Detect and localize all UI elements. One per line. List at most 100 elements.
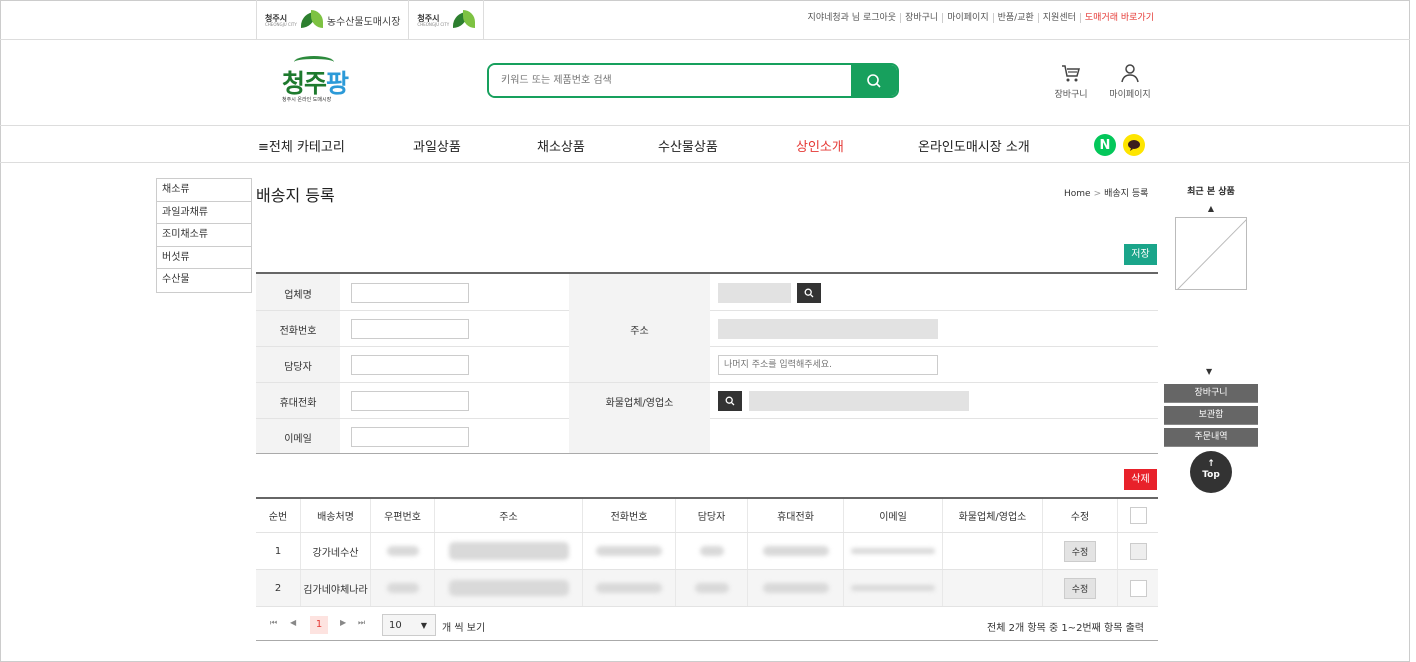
delivery-table: 순번 배송처명 우편번호 주소 전화번호 담당자 휴대전화 이메일 화물업체/영… xyxy=(256,497,1158,641)
nav-seafood[interactable]: 수산물상품 xyxy=(658,136,718,155)
nav-merchants[interactable]: 상인소개 xyxy=(796,136,844,155)
user-icon xyxy=(1121,64,1139,83)
col-header-phone: 전화번호 xyxy=(583,499,676,532)
cart-icon xyxy=(1062,65,1080,82)
phone-field[interactable] xyxy=(351,319,469,339)
breadcrumb-separator: > xyxy=(1093,189,1102,199)
select-all-checkbox[interactable] xyxy=(1129,507,1147,524)
address-label: 주소 xyxy=(630,326,649,337)
company-name-field[interactable] xyxy=(351,283,469,303)
search-bar xyxy=(487,63,899,98)
header-cart-button[interactable]: 장바구니 xyxy=(1046,62,1096,100)
return-exchange-link[interactable]: 반품/교환 xyxy=(992,13,1038,23)
table-row: 1 강가네수산 수정 xyxy=(256,533,1158,570)
category-item-seafood[interactable]: 수산물 xyxy=(157,269,251,292)
address-detail-field[interactable] xyxy=(718,355,938,375)
breadcrumb-current: 배송지 등록 xyxy=(1104,189,1149,199)
category-sidebar: 채소류 과일과채류 조미채소류 버섯류 수산물 xyxy=(156,178,252,293)
page-number-current[interactable]: 1 xyxy=(310,616,328,634)
email-label: 이메일 xyxy=(284,434,312,445)
col-header-mobile: 휴대전화 xyxy=(748,499,844,532)
row-name: 강가네수산 xyxy=(301,533,371,569)
manager-label: 담당자 xyxy=(284,362,312,373)
breadcrumb-home[interactable]: Home xyxy=(1064,189,1091,199)
brand-logo[interactable]: 청주팡 청주시 온라인 도매시장 xyxy=(282,56,362,106)
address-field[interactable] xyxy=(718,319,938,339)
pagination-bar: ⏮ ◀ 1 ▶ ⏭ 10 ▼ 개 씩 보기 전체 2개 항목 중 1~2번째 항목… xyxy=(256,607,1158,641)
freight-search-button[interactable] xyxy=(718,391,742,411)
quick-cart-button[interactable]: 장바구니 xyxy=(1164,384,1258,403)
chevron-down-icon: ▼ xyxy=(420,620,427,630)
scroll-top-button[interactable]: ↑ Top xyxy=(1190,451,1232,493)
wholesale-market-logo-link[interactable]: 청주시 CHEONGJU CITY 농수산물도매시장 xyxy=(256,0,410,40)
recent-scroll-up-icon[interactable]: ▲ xyxy=(1175,204,1247,213)
delivery-form: 업체명 전화번호 담당자 휴대전화 이메일 주소 화물업체/영업소 xyxy=(256,272,1158,454)
prev-page-icon[interactable]: ◀ xyxy=(290,618,296,627)
row-no: 2 xyxy=(256,570,301,606)
nav-about[interactable]: 온라인도매시장 소개 xyxy=(918,136,1030,155)
col-header-no: 순번 xyxy=(256,499,301,532)
table-row: 2 김가네야체나라 수정 xyxy=(256,570,1158,607)
logout-link[interactable]: 지야네청과 님 로그아웃 xyxy=(804,13,901,23)
quick-wishlist-button[interactable]: 보관함 xyxy=(1164,406,1258,425)
delete-button[interactable]: 삭제 xyxy=(1124,469,1157,490)
col-header-freight: 화물업체/영업소 xyxy=(943,499,1043,532)
first-page-icon[interactable]: ⏮ xyxy=(270,618,277,628)
main-nav: ≡전체 카테고리 과일상품 채소상품 수산물상품 상인소개 온라인도매시장 소개… xyxy=(0,126,1410,163)
email-field[interactable] xyxy=(351,427,469,447)
search-icon xyxy=(867,73,881,88)
col-header-name: 배송처명 xyxy=(301,499,371,532)
recent-scroll-down-icon[interactable]: ▼ xyxy=(1206,367,1212,376)
wholesale-shortcut-link[interactable]: 도매거래 바로가기 xyxy=(1079,13,1158,23)
freight-label: 화물업체/영업소 xyxy=(605,398,674,409)
search-button[interactable] xyxy=(851,65,897,96)
breadcrumb: Home > 배송지 등록 xyxy=(1064,186,1148,199)
category-item-fruit-veg[interactable]: 과일과채류 xyxy=(157,202,251,225)
page-size-select[interactable]: 10 ▼ xyxy=(382,614,436,636)
nav-fruit[interactable]: 과일상품 xyxy=(413,136,461,155)
nav-vegetable[interactable]: 채소상품 xyxy=(537,136,585,155)
kakao-chat-icon[interactable] xyxy=(1123,134,1145,156)
col-header-postcode: 우편번호 xyxy=(371,499,435,532)
manager-field[interactable] xyxy=(351,355,469,375)
search-icon xyxy=(804,288,814,298)
table-header-row: 순번 배송처명 우편번호 주소 전화번호 담당자 휴대전화 이메일 화물업체/영… xyxy=(256,499,1158,533)
support-center-link[interactable]: 지원센터 xyxy=(1037,13,1080,23)
postcode-field[interactable] xyxy=(718,283,791,303)
edit-button[interactable]: 수정 xyxy=(1064,577,1096,599)
row-checkbox[interactable] xyxy=(1129,579,1147,597)
top-mypage-link[interactable]: 마이페이지 xyxy=(942,13,992,23)
col-header-edit: 수정 xyxy=(1043,499,1118,532)
nav-all-categories[interactable]: ≡전체 카테고리 xyxy=(258,136,345,155)
top-utility-bar: 청주시 CHEONGJU CITY 농수산물도매시장 청주시 CHEONGJU CI… xyxy=(0,0,1410,40)
search-input[interactable] xyxy=(489,65,851,96)
freight-field[interactable] xyxy=(749,391,969,411)
postcode-search-button[interactable] xyxy=(797,283,821,303)
save-button[interactable]: 저장 xyxy=(1124,244,1157,265)
recent-items-title: 최근 본 상품 xyxy=(1187,187,1235,197)
row-checkbox[interactable] xyxy=(1129,542,1147,560)
cheongju-city-mark: 청주시 CHEONGJU CITY xyxy=(265,13,297,27)
category-item-vegetables[interactable]: 채소류 xyxy=(157,179,251,202)
naver-icon[interactable]: N xyxy=(1094,134,1116,156)
quick-orders-button[interactable]: 주문내역 xyxy=(1164,428,1258,447)
category-item-seasoning-veg[interactable]: 조미채소류 xyxy=(157,224,251,247)
mobile-field[interactable] xyxy=(351,391,469,411)
category-item-mushrooms[interactable]: 버섯류 xyxy=(157,247,251,270)
site-header: 청주팡 청주시 온라인 도매시장 장바구니 마이페이지 xyxy=(0,40,1410,126)
header-mypage-button[interactable]: 마이페이지 xyxy=(1105,62,1155,100)
top-cart-link[interactable]: 장바구니 xyxy=(900,13,942,23)
last-page-icon[interactable]: ⏭ xyxy=(358,618,365,628)
next-page-icon[interactable]: ▶ xyxy=(340,618,346,627)
phone-label: 전화번호 xyxy=(279,326,317,337)
cheongju-city-mark: 청주시 CHEONGJU CITY xyxy=(417,13,450,27)
recent-item-thumbnail[interactable] xyxy=(1175,217,1247,290)
cheongju-city-logo-link[interactable]: 청주시 CHEONGJU CITY xyxy=(409,0,485,40)
col-header-email: 이메일 xyxy=(844,499,943,532)
arrow-up-icon: ↑ xyxy=(1207,459,1215,469)
edit-button[interactable]: 수정 xyxy=(1064,540,1096,562)
row-name: 김가네야체나라 xyxy=(301,570,371,606)
cheongju-leaf-icon xyxy=(300,10,323,30)
company-name-label: 업체명 xyxy=(284,290,312,301)
page-title: 배송지 등록 xyxy=(256,186,335,205)
